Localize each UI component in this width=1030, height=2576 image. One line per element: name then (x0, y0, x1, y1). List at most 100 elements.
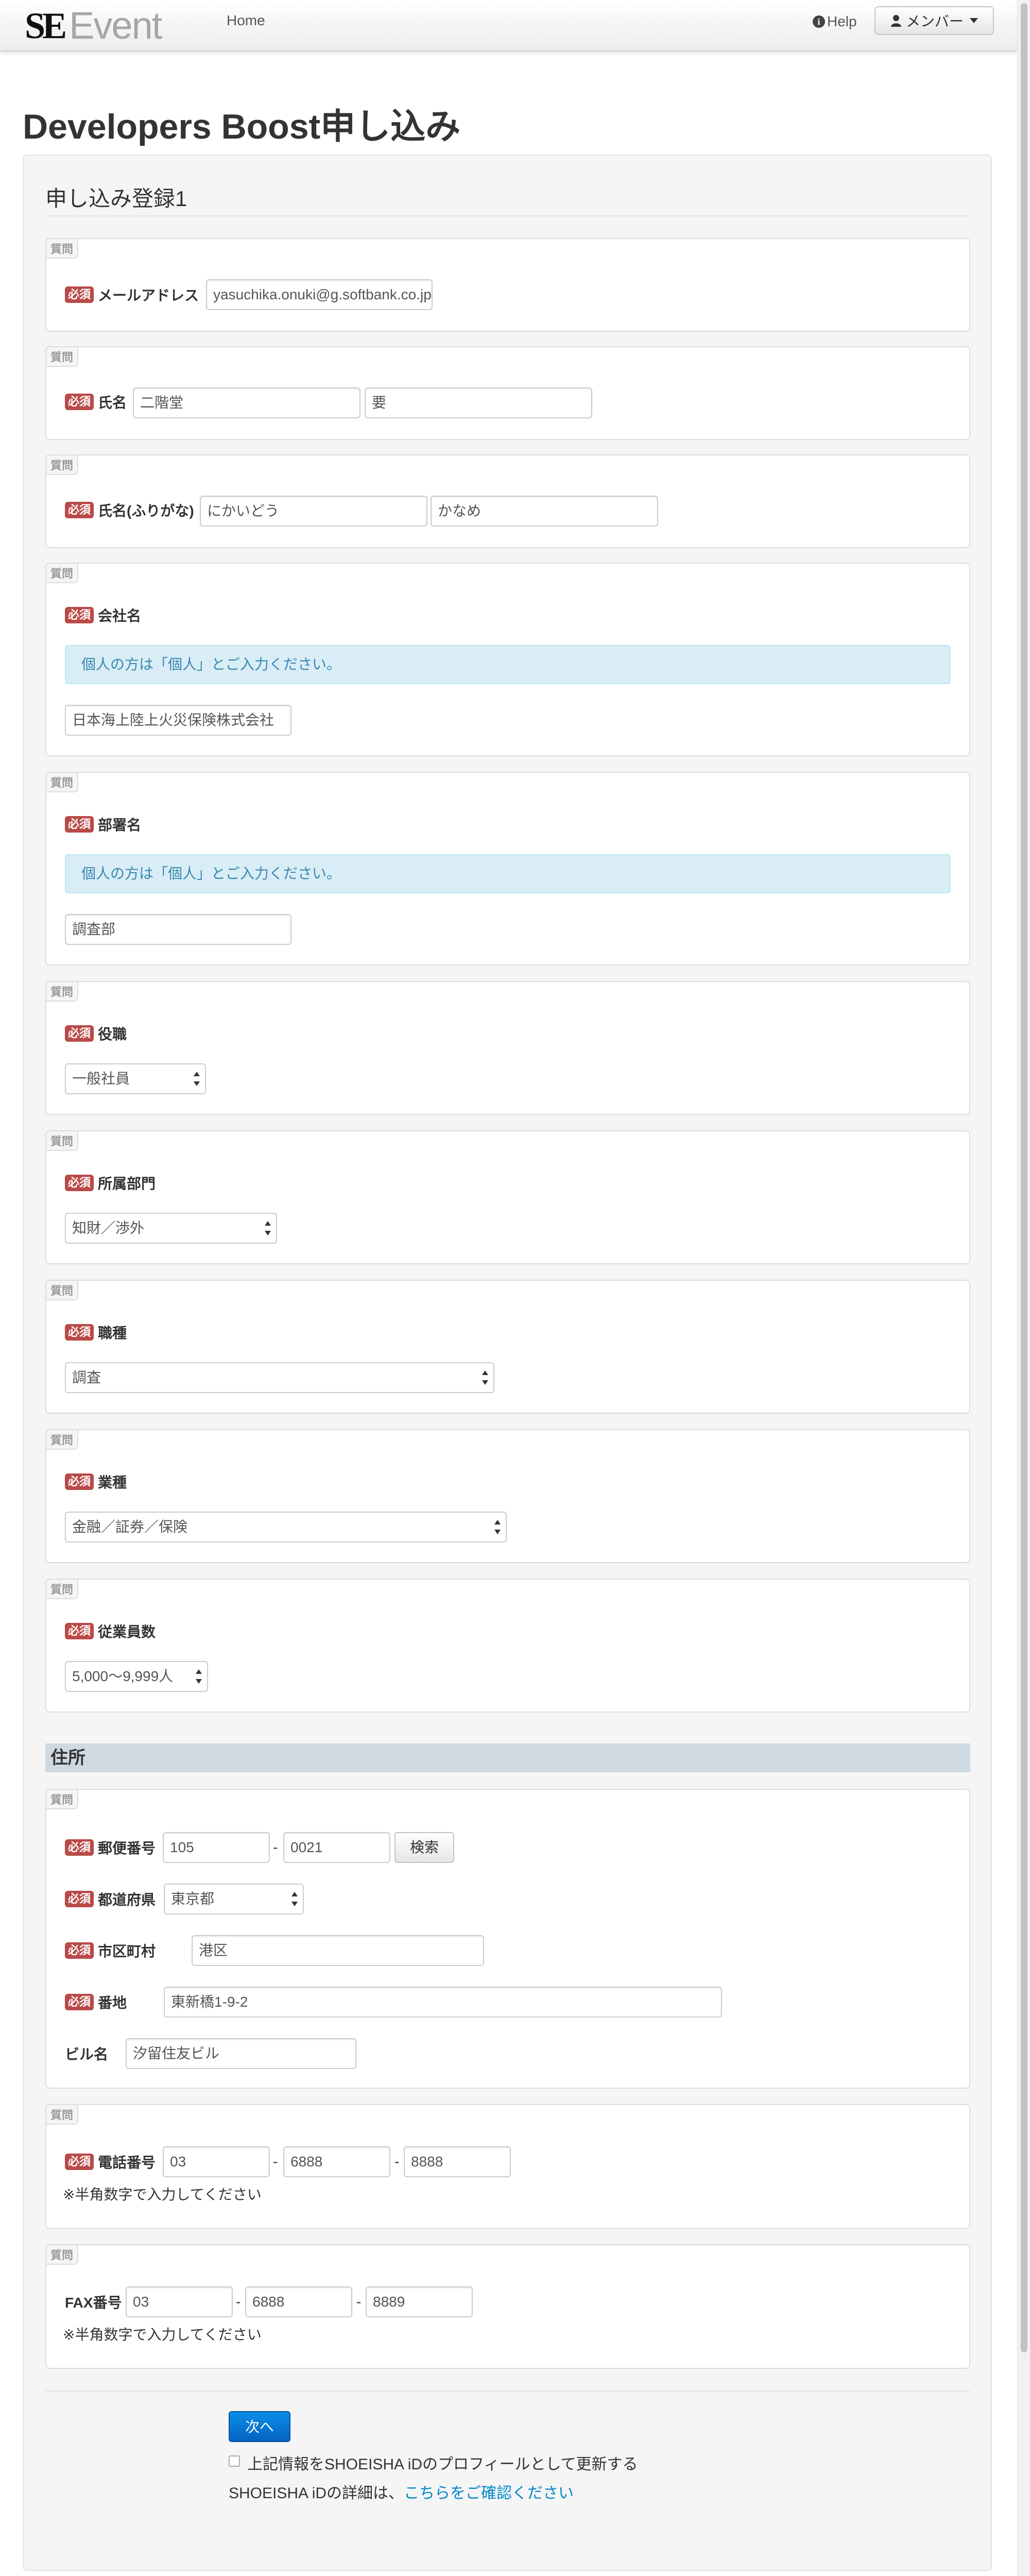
division-label-row: 必須 所属部門 (65, 1171, 156, 1195)
shoeisha-detail-link[interactable]: こちらをご確認ください (404, 2485, 574, 2502)
job-selected: 調査 (72, 1369, 101, 1385)
company-label-row: 必須 会社名 (65, 603, 141, 628)
select-arrows-icon (194, 1072, 200, 1087)
phone-separator: - (394, 2154, 400, 2170)
question-position: 質問 (45, 981, 970, 1115)
fax-separator: - (236, 2294, 241, 2310)
select-arrows-icon (196, 1669, 202, 1685)
first-name-kana-input[interactable]: かなめ (431, 496, 658, 527)
select-arrows-icon (265, 1221, 271, 1236)
brand-event-text: Event (69, 4, 162, 47)
brand-logo[interactable]: SE Event (25, 4, 162, 47)
prefecture-selected: 東京都 (171, 1891, 215, 1907)
required-badge: 必須 (65, 1025, 94, 1042)
division-label: 所属部門 (98, 1176, 156, 1192)
question-tag: 質問 (45, 1280, 79, 1300)
page-scrollbar[interactable] (1017, 0, 1030, 2576)
required-badge: 必須 (65, 1839, 94, 1856)
fax-third-input[interactable]: 8889 (366, 2286, 473, 2317)
chevron-down-icon (970, 18, 978, 23)
industry-selected: 金融／証券／保険 (72, 1519, 188, 1535)
department-input[interactable]: 調査部 (65, 914, 291, 945)
question-division: 質問 (45, 1130, 970, 1264)
company-label: 会社名 (98, 608, 142, 624)
city-input[interactable]: 港区 (192, 1935, 484, 1966)
industry-label: 業種 (98, 1475, 127, 1490)
last-name-input[interactable]: 二階堂 (133, 387, 360, 418)
prefecture-select[interactable]: 東京都 (164, 1884, 304, 1914)
company-input[interactable]: 日本海上陸上火災保険株式会社 (65, 705, 291, 736)
required-badge: 必須 (65, 502, 94, 518)
info-icon: i (813, 15, 825, 28)
pref-label: 都道府県 (98, 1892, 156, 1908)
required-badge: 必須 (65, 1942, 94, 1959)
question-tag: 質問 (45, 772, 79, 792)
postal-code-first-input[interactable]: 105 (163, 1832, 270, 1863)
select-arrows-icon (494, 1520, 501, 1535)
position-label: 役職 (98, 1026, 127, 1042)
city-label: 市区町村 (98, 1943, 156, 1959)
brand-se-text: SE (25, 5, 67, 46)
question-tag: 質問 (45, 1130, 79, 1151)
building-input[interactable]: 汐留住友ビル (126, 2038, 356, 2069)
phone-third-input[interactable]: 8888 (404, 2146, 511, 2177)
phone-separator: - (273, 2154, 278, 2170)
scrollbar-thumb[interactable] (1021, 3, 1027, 2352)
shoeisha-detail-prefix: SHOEISHA iDの詳細は、 (229, 2485, 404, 2502)
legend-divider (45, 215, 970, 216)
industry-select[interactable]: 金融／証券／保険 (65, 1512, 507, 1543)
fax-first-input[interactable]: 03 (126, 2286, 233, 2317)
position-label-row: 必須 役職 (65, 1021, 127, 1046)
fax-second-input[interactable]: 6888 (245, 2286, 352, 2317)
phone-label: 電話番号 (98, 2155, 156, 2171)
last-name-kana-input[interactable]: にかいどう (200, 496, 427, 527)
job-select[interactable]: 調査 (65, 1362, 494, 1393)
top-navbar: SE Event Home i Help メンバー (0, 0, 1017, 52)
phone-label-row: 必須 電話番号 (65, 2149, 156, 2174)
building-label-row: ビル名 (65, 2041, 108, 2066)
question-tag: 質問 (45, 981, 79, 1002)
first-name-input[interactable]: 要 (365, 387, 592, 418)
kana-label: 氏名(ふりがな) (98, 503, 194, 519)
select-arrows-icon (291, 1892, 298, 1907)
user-icon (890, 15, 901, 27)
department-info-alert: 個人の方は「個人」とご入力ください。 (65, 854, 951, 893)
question-tag: 質問 (45, 2244, 79, 2265)
question-tag: 質問 (45, 2104, 79, 2125)
position-select[interactable]: 一般社員 (65, 1063, 206, 1094)
update-profile-label: 上記情報をSHOEISHA iDのプロフィールとして更新する (247, 2456, 638, 2473)
update-profile-checkbox[interactable] (229, 2455, 240, 2467)
member-dropdown-button[interactable]: メンバー (874, 6, 994, 35)
name-label: 氏名 (98, 395, 127, 411)
email-input[interactable]: yasuchika.onuki@g.softbank.co.jp (206, 279, 433, 310)
fax-note: ※半角数字で入力してください (63, 2327, 262, 2343)
question-tag: 質問 (45, 346, 79, 367)
postal-separator: - (273, 1839, 278, 1855)
kana-label-row: 必須 氏名(ふりがな) (65, 498, 194, 522)
street-input[interactable]: 東新橋1-9-2 (164, 1987, 722, 2018)
next-button[interactable]: 次へ (229, 2411, 290, 2442)
fax-separator: - (356, 2294, 362, 2310)
form-legend: 申し込み登録1 (45, 187, 187, 211)
email-label-row: 必須 メールアドレス (65, 282, 199, 307)
question-industry: 質問 (45, 1429, 970, 1563)
nav-home-link[interactable]: Home (227, 12, 265, 29)
email-label: メールアドレス (98, 287, 199, 303)
page-title: Developers Boost申し込み (23, 107, 461, 146)
nav-help-link[interactable]: i Help (813, 13, 857, 30)
phone-first-input[interactable]: 03 (163, 2146, 270, 2177)
building-label: ビル名 (65, 2046, 109, 2062)
select-arrows-icon (482, 1370, 488, 1386)
division-select[interactable]: 知財／渉外 (65, 1213, 277, 1244)
employees-selected: 5,000〜9,999人 (72, 1668, 174, 1684)
required-badge: 必須 (65, 1994, 94, 2010)
phone-second-input[interactable]: 6888 (283, 2146, 390, 2177)
name-label-row: 必須 氏名 (65, 389, 127, 414)
required-badge: 必須 (65, 286, 94, 303)
job-label: 職種 (98, 1325, 127, 1341)
question-employees: 質問 (45, 1579, 970, 1713)
postal-code-second-input[interactable]: 0021 (283, 1832, 390, 1863)
employees-select[interactable]: 5,000〜9,999人 (65, 1661, 208, 1692)
required-badge: 必須 (65, 394, 94, 410)
postal-search-button[interactable]: 検索 (394, 1832, 454, 1863)
